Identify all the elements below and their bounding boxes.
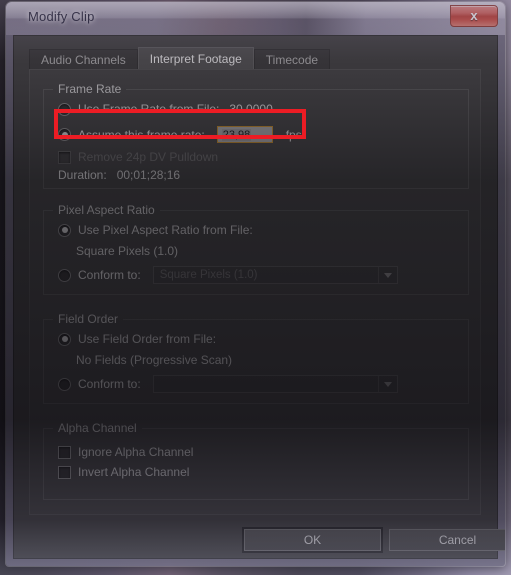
invert-alpha-label: Invert Alpha Channel — [78, 465, 190, 479]
frame-rate-input[interactable]: 23,98 — [216, 126, 273, 143]
chevron-down-icon[interactable] — [377, 267, 397, 283]
alpha-channel-legend: Alpha Channel — [53, 421, 142, 435]
use-par-from-file-row[interactable]: Use Pixel Aspect Ratio from File: — [58, 223, 253, 237]
desktop-backdrop: Modify Clip x Audio Channels Interpret F… — [0, 0, 511, 575]
duration-label: Duration: — [58, 168, 107, 182]
ignore-alpha-checkbox[interactable] — [58, 445, 71, 459]
tab-audio-channels[interactable]: Audio Channels — [29, 49, 138, 70]
field-order-conform-row[interactable]: Conform to: — [58, 375, 398, 393]
par-conform-row[interactable]: Conform to: Square Pixels (1.0) — [58, 266, 398, 284]
field-order-file-value-row: No Fields (Progressive Scan) — [76, 353, 232, 367]
field-order-group: Field Order Use Field Order from File: N… — [43, 312, 469, 404]
use-par-from-file-label: Use Pixel Aspect Ratio from File: — [78, 223, 253, 237]
par-file-value-row: Square Pixels (1.0) — [76, 244, 178, 258]
close-icon: x — [470, 8, 478, 23]
par-conform-dropdown-value: Square Pixels (1.0) — [159, 269, 258, 281]
tab-timecode[interactable]: Timecode — [253, 49, 331, 70]
use-field-order-from-file-label: Use Field Order from File: — [78, 332, 217, 346]
field-order-conform-label: Conform to: — [78, 377, 141, 391]
chevron-down-icon[interactable] — [377, 376, 397, 392]
ignore-alpha-label: Ignore Alpha Channel — [78, 445, 194, 459]
assume-frame-rate-row[interactable]: Assume this frame rate: 23,98 fps — [58, 126, 302, 143]
assume-frame-rate-label: Assume this frame rate: — [78, 127, 205, 142]
title-bar[interactable]: Modify Clip x — [6, 2, 505, 35]
ignore-alpha-row[interactable]: Ignore Alpha Channel — [58, 445, 193, 459]
use-field-order-from-file-row[interactable]: Use Field Order from File: — [58, 332, 216, 346]
cancel-button[interactable]: Cancel — [389, 529, 505, 551]
frame-rate-input-value: 23,98 — [221, 128, 252, 141]
remove-24p-pulldown-checkbox — [58, 150, 71, 164]
frame-rate-group: Frame Rate Use Frame Rate from File: 30.… — [43, 82, 469, 189]
tab-bar: Audio Channels Interpret Footage Timecod… — [29, 47, 331, 70]
modify-clip-dialog: Modify Clip x Audio Channels Interpret F… — [6, 2, 505, 566]
duration-value: 00;01;28;16 — [116, 168, 181, 182]
remove-24p-pulldown-row: Remove 24p DV Pulldown — [58, 150, 218, 164]
dialog-body: Audio Channels Interpret Footage Timecod… — [13, 35, 505, 559]
field-order-conform-radio[interactable] — [58, 377, 71, 391]
pixel-aspect-ratio-group: Pixel Aspect Ratio Use Pixel Aspect Rati… — [43, 203, 469, 295]
use-frame-rate-from-file-value: 30.0000 — [229, 102, 273, 116]
use-frame-rate-from-file-row[interactable]: Use Frame Rate from File: 30.0000 — [58, 102, 273, 116]
par-file-value: Square Pixels (1.0) — [76, 244, 179, 258]
frame-rate-legend: Frame Rate — [53, 82, 127, 96]
ok-button[interactable]: OK — [242, 527, 383, 553]
field-order-file-value: No Fields (Progressive Scan) — [76, 353, 233, 367]
tab-interpret-footage[interactable]: Interpret Footage — [137, 47, 254, 70]
remove-24p-pulldown-label: Remove 24p DV Pulldown — [78, 150, 219, 164]
interpret-footage-panel: Frame Rate Use Frame Rate from File: 30.… — [29, 69, 481, 515]
use-field-order-from-file-radio[interactable] — [58, 332, 71, 346]
frame-rate-unit-label: fps — [285, 127, 302, 142]
field-order-conform-dropdown[interactable] — [152, 375, 398, 393]
field-order-legend: Field Order — [53, 312, 124, 326]
pixel-aspect-ratio-legend: Pixel Aspect Ratio — [53, 203, 160, 217]
assume-frame-rate-radio[interactable] — [58, 128, 71, 141]
close-button[interactable]: x — [450, 5, 498, 27]
par-conform-label: Conform to: — [78, 268, 141, 282]
window-title: Modify Clip — [28, 9, 95, 24]
par-conform-radio[interactable] — [58, 268, 71, 282]
alpha-channel-group: Alpha Channel Ignore Alpha Channel Inver… — [43, 421, 469, 500]
use-frame-rate-from-file-label: Use Frame Rate from File: — [78, 102, 220, 116]
use-frame-rate-from-file-radio[interactable] — [58, 102, 71, 116]
invert-alpha-row[interactable]: Invert Alpha Channel — [58, 465, 189, 479]
duration-row: Duration: 00;01;28;16 — [58, 168, 180, 182]
use-par-from-file-radio[interactable] — [58, 223, 71, 237]
invert-alpha-checkbox[interactable] — [58, 465, 71, 479]
par-conform-dropdown[interactable]: Square Pixels (1.0) — [152, 266, 398, 284]
